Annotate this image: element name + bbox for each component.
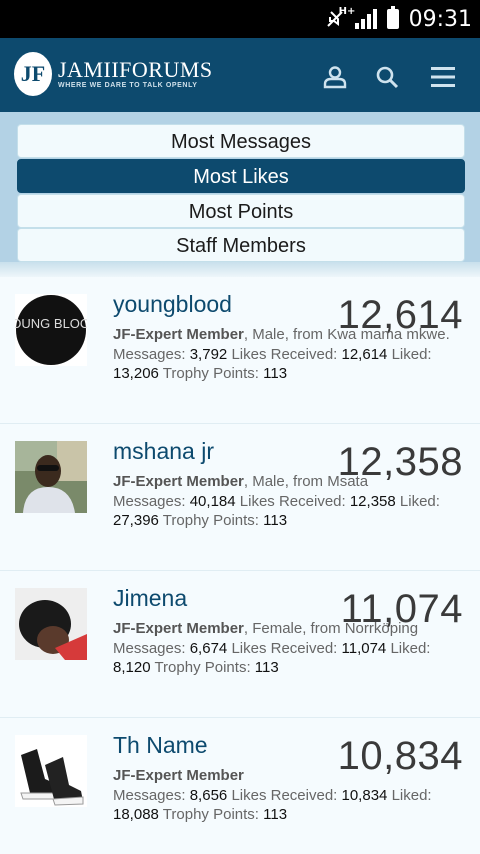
avatar[interactable]: YOUNG BLOOD: [15, 294, 87, 366]
liked-label: Liked:: [399, 492, 440, 510]
tab-most-messages[interactable]: Most Messages: [17, 124, 465, 158]
likes-received-label: Likes Received:: [231, 639, 338, 657]
trophy-value: 113: [254, 659, 279, 676]
tab-most-points[interactable]: Most Points: [17, 194, 465, 228]
battery-icon: [386, 6, 399, 29]
list-item[interactable]: YOUNG BLOOD youngblood 12,614 JF-Expert …: [0, 277, 480, 424]
messages-value: 6,674: [189, 639, 228, 657]
liked-value: 13,206: [113, 365, 159, 382]
trophy-label: Trophy Points:: [162, 806, 259, 823]
liked-value: 27,396: [113, 512, 159, 529]
signal-icon: H+: [339, 7, 377, 29]
likes-received-label: Likes Received:: [231, 786, 338, 804]
messages-label: Messages:: [113, 492, 186, 510]
liked-value: 18,088: [113, 806, 159, 823]
list-item[interactable]: Jimena 11,074 JF-Expert Member, Female, …: [0, 571, 480, 718]
member-name[interactable]: Th Name: [113, 732, 208, 759]
menu-icon[interactable]: [430, 64, 456, 90]
messages-value: 3,792: [189, 345, 228, 363]
messages-label: Messages:: [113, 639, 186, 657]
messages-value: 8,656: [189, 786, 228, 804]
liked-label: Liked:: [390, 639, 431, 657]
avatar[interactable]: [15, 588, 87, 660]
messages-label: Messages:: [113, 786, 186, 804]
likes-received-label: Likes Received:: [239, 492, 346, 510]
logo-title: JAMIIFORUMS: [58, 57, 213, 82]
trophy-label: Trophy Points:: [162, 365, 259, 382]
member-details: , Male, from Msata: [243, 473, 369, 490]
member-rank: JF-Expert Member: [113, 620, 244, 637]
likes-received-value: 11,074: [341, 639, 387, 657]
avatar-text: YOUNG BLOOD: [15, 316, 87, 331]
trophy-value: 113: [263, 806, 288, 823]
liked-label: Liked:: [391, 786, 432, 804]
member-details: , Male, from Kwa mama mkwe.: [243, 326, 450, 343]
member-info: JF-Expert Member, Male, from Kwa mama mk…: [113, 325, 463, 384]
member-list: YOUNG BLOOD youngblood 12,614 JF-Expert …: [0, 277, 480, 854]
member-details: , Female, from Norrköping: [243, 620, 419, 637]
list-item[interactable]: mshana jr 12,358 JF-Expert Member, Male,…: [0, 424, 480, 571]
member-name[interactable]: Jimena: [113, 585, 187, 612]
liked-value: 8,120: [113, 659, 151, 676]
tab-staff-members[interactable]: Staff Members: [17, 228, 465, 262]
member-info: JF-Expert Member Messages: 8,656 Likes R…: [113, 766, 463, 825]
member-rank: JF-Expert Member: [113, 767, 244, 784]
trophy-value: 113: [263, 512, 288, 529]
list-item[interactable]: Th Name 10,834 JF-Expert Member Messages…: [0, 718, 480, 854]
logo-tagline: WHERE WE DARE TO TALK OPENLY: [58, 82, 198, 89]
member-info: JF-Expert Member, Female, from Norrköpin…: [113, 619, 463, 678]
likes-received-label: Likes Received:: [231, 345, 338, 363]
messages-value: 40,184: [189, 492, 236, 510]
likes-received-value: 12,358: [349, 492, 396, 510]
messages-label: Messages:: [113, 345, 186, 363]
user-icon[interactable]: [322, 64, 348, 90]
app-header: JF JAMIIFORUMS WHERE WE DARE TO TALK OPE…: [0, 38, 480, 112]
member-rank: JF-Expert Member: [113, 326, 244, 343]
liked-label: Liked:: [391, 345, 432, 363]
member-rank: JF-Expert Member: [113, 473, 244, 490]
trophy-label: Trophy Points:: [162, 512, 259, 529]
tabs-divider: [0, 262, 480, 277]
jamiiforums-logo[interactable]: JF JAMIIFORUMS WHERE WE DARE TO TALK OPE…: [14, 52, 213, 96]
member-name[interactable]: youngblood: [113, 291, 232, 318]
likes-received-value: 10,834: [341, 786, 388, 804]
member-info: JF-Expert Member, Male, from Msata Messa…: [113, 472, 463, 531]
trophy-label: Trophy Points:: [154, 659, 251, 676]
likes-received-value: 12,614: [341, 345, 388, 363]
ranking-tabs: Most Messages Most Likes Most Points Sta…: [0, 112, 480, 277]
tab-most-likes[interactable]: Most Likes: [17, 159, 465, 193]
status-bar: H+ 09:31: [0, 0, 480, 38]
avatar[interactable]: [15, 735, 87, 807]
avatar[interactable]: [15, 441, 87, 513]
status-time: 09:31: [408, 6, 472, 32]
member-name[interactable]: mshana jr: [113, 438, 214, 465]
trophy-value: 113: [263, 365, 288, 382]
search-icon[interactable]: [374, 64, 400, 90]
logo-badge: JF: [14, 52, 52, 96]
